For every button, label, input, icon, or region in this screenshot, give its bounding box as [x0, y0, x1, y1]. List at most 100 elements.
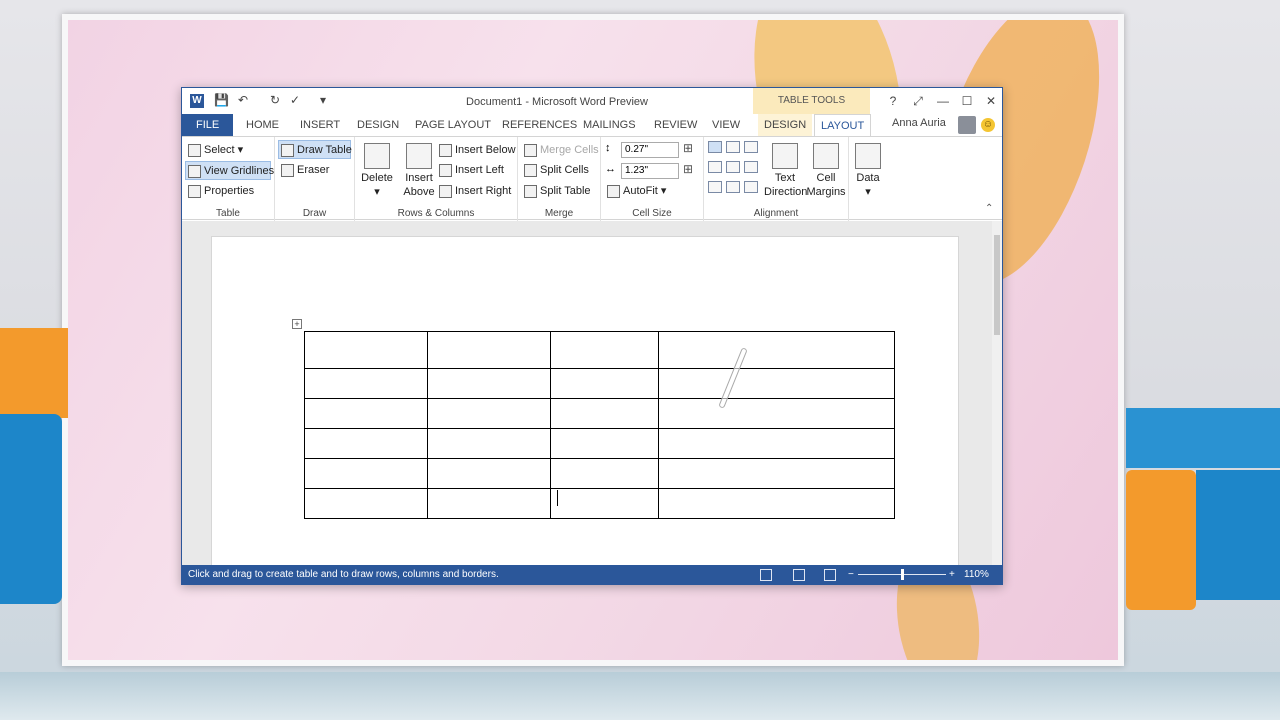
table-cell[interactable]	[427, 398, 551, 429]
background-sofa	[0, 414, 62, 604]
table-move-handle[interactable]: +	[292, 319, 302, 329]
scroll-thumb[interactable]	[994, 235, 1000, 335]
table-cell[interactable]	[658, 428, 895, 459]
table-cell[interactable]	[550, 488, 659, 519]
delete-button[interactable]: Delete ▾	[361, 143, 393, 199]
split-table-button[interactable]: Split Table	[522, 182, 591, 201]
column-width-input[interactable]: 1.23"	[621, 163, 679, 179]
tab-view[interactable]: VIEW	[706, 114, 746, 136]
customize-toolbar-button[interactable]: ▾	[320, 93, 326, 107]
help-icon[interactable]: ?	[886, 94, 900, 108]
tab-home[interactable]: HOME	[240, 114, 285, 136]
table-cell[interactable]	[427, 428, 551, 459]
align-top-center-icon[interactable]	[726, 141, 740, 153]
table-row	[304, 331, 895, 369]
table-cell[interactable]	[658, 331, 895, 369]
tab-design[interactable]: DESIGN	[351, 114, 405, 136]
avatar[interactable]	[958, 116, 976, 134]
table-cell[interactable]	[427, 331, 551, 369]
insert-right-button[interactable]: Insert Right	[437, 182, 511, 201]
insert-below-button[interactable]: Insert Below	[437, 141, 516, 160]
select-button[interactable]: Select ▾	[186, 141, 243, 160]
insert-above-button[interactable]: Insert Above	[401, 143, 437, 199]
table-cell[interactable]	[550, 368, 659, 399]
collapse-ribbon-icon[interactable]: ⌃	[985, 203, 993, 214]
align-top-left-icon[interactable]	[708, 141, 722, 153]
group-label: Rows & Columns	[397, 208, 475, 219]
undo-icon[interactable]: ↶	[238, 93, 248, 107]
tab-table-layout[interactable]: LAYOUT	[814, 114, 872, 136]
table-cell[interactable]	[304, 331, 428, 369]
table-cell[interactable]	[550, 428, 659, 459]
close-button[interactable]: ✕	[984, 94, 998, 108]
align-middle-left-icon[interactable]	[708, 161, 722, 173]
align-bottom-left-icon[interactable]	[708, 181, 722, 193]
table-cell[interactable]	[658, 458, 895, 489]
text-direction-button[interactable]: Text Direction	[764, 143, 807, 199]
cell-margins-button[interactable]: Cell Margins	[806, 143, 846, 199]
web-layout-icon[interactable]	[824, 569, 836, 581]
table-cell[interactable]	[658, 488, 895, 519]
row-height-input[interactable]: 0.27"	[621, 142, 679, 158]
align-bottom-center-icon[interactable]	[726, 181, 740, 193]
view-gridlines-button[interactable]: View Gridlines	[185, 161, 274, 180]
table-cell[interactable]	[427, 368, 551, 399]
ribbon-display-options-icon[interactable]: ⤢	[911, 94, 925, 109]
tab-mailings[interactable]: MAILINGS	[577, 114, 642, 136]
tab-file[interactable]: FILE	[182, 114, 234, 136]
merge-cells-button[interactable]: Merge Cells	[522, 141, 599, 160]
table-cell[interactable]	[658, 398, 895, 429]
maximize-button[interactable]: ☐	[960, 94, 974, 108]
insert-left-button[interactable]: Insert Left	[437, 161, 504, 180]
read-mode-icon[interactable]	[760, 569, 772, 581]
delete-table-icon	[364, 143, 390, 169]
split-cells-button[interactable]: Split Cells	[522, 161, 589, 180]
merge-cells-icon	[524, 144, 537, 157]
properties-button[interactable]: Properties	[186, 182, 254, 201]
print-layout-icon[interactable]	[793, 569, 805, 581]
eraser-button[interactable]: Eraser	[279, 161, 329, 180]
draw-table-button[interactable]: Draw Table	[278, 140, 352, 159]
document-table[interactable]	[304, 331, 895, 519]
distribute-rows-icon[interactable]: ⊞	[683, 141, 693, 155]
feedback-smiley-icon[interactable]: ☺	[981, 118, 995, 132]
table-cell[interactable]	[658, 368, 895, 399]
tab-table-design[interactable]: DESIGN	[758, 114, 813, 136]
background-sofa	[1196, 470, 1280, 600]
word-app-icon[interactable]: W	[190, 94, 204, 108]
user-name[interactable]: Anna Auria	[892, 117, 946, 129]
align-middle-right-icon[interactable]	[744, 161, 758, 173]
redo-icon[interactable]: ↻	[270, 93, 280, 107]
align-middle-center-icon[interactable]	[726, 161, 740, 173]
table-cell[interactable]	[427, 458, 551, 489]
zoom-slider-knob[interactable]	[901, 569, 904, 580]
tab-page-layout[interactable]: PAGE LAYOUT	[409, 114, 497, 136]
table-cell[interactable]	[427, 488, 551, 519]
autofit-button[interactable]: AutoFit ▾	[605, 182, 666, 201]
table-cell[interactable]	[304, 368, 428, 399]
distribute-columns-icon[interactable]: ⊞	[683, 162, 693, 176]
save-icon[interactable]: 💾	[214, 93, 229, 107]
table-cell[interactable]	[304, 398, 428, 429]
align-top-right-icon[interactable]	[744, 141, 758, 153]
table-cell[interactable]	[550, 458, 659, 489]
data-button[interactable]: Data ▾	[853, 143, 883, 199]
spelling-icon[interactable]: ✓	[290, 93, 300, 107]
vertical-scrollbar[interactable]	[992, 221, 1002, 566]
minimize-button[interactable]: —	[936, 94, 950, 108]
group-alignment: Text Direction Cell Margins Alignment	[704, 137, 849, 221]
tab-references[interactable]: REFERENCES	[496, 114, 583, 136]
table-cell[interactable]	[550, 398, 659, 429]
zoom-level[interactable]: 110%	[964, 565, 989, 585]
zoom-out-button[interactable]: −	[848, 565, 854, 585]
table-cell[interactable]	[550, 331, 659, 369]
cell-alignment-grid	[708, 141, 762, 201]
tab-review[interactable]: REVIEW	[648, 114, 703, 136]
tab-insert[interactable]: INSERT	[294, 114, 346, 136]
table-cell[interactable]	[304, 428, 428, 459]
table-cell[interactable]	[304, 458, 428, 489]
insert-left-icon	[439, 164, 452, 177]
zoom-in-button[interactable]: +	[949, 565, 955, 585]
table-cell[interactable]	[304, 488, 428, 519]
align-bottom-right-icon[interactable]	[744, 181, 758, 193]
